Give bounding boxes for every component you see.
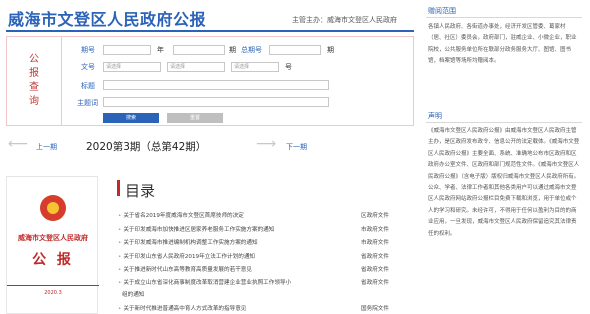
total-issue-suffix: 期 <box>327 46 334 54</box>
prev-issue-link[interactable]: 上一期 <box>36 142 57 152</box>
emblem-center-icon <box>47 202 59 214</box>
period-input[interactable] <box>173 45 225 55</box>
toc-title: 目录 <box>125 182 156 200</box>
bullet-icon: • <box>118 267 122 273</box>
bullet-icon: • <box>118 213 122 219</box>
toc-item[interactable]: • 关于省名2019年度威海市文登区首席技师的决定 区政府文件 <box>118 211 418 219</box>
toc-item[interactable]: • 关于推进新时代山东高等教育高质量发展的若干意见 省政府文件 <box>118 265 418 273</box>
search-side-label: 公 报 查 询 <box>7 53 61 109</box>
bullet-icon: • <box>118 240 122 246</box>
scope-divider <box>426 17 582 18</box>
bullet-icon: • <box>118 254 122 260</box>
search-panel: 公 报 查 询 期号 年 期 总期号 期 文号 请选择 请选择 请选择 号 标题… <box>6 36 414 126</box>
statement-heading: 声明 <box>428 112 442 120</box>
toc-item-continued[interactable]: 组的通知 <box>122 290 422 298</box>
search-side-char-4: 询 <box>29 96 39 107</box>
search-side-char-3: 查 <box>29 82 39 93</box>
total-issue-input[interactable] <box>269 45 321 55</box>
toc-item-text: 关于省名2019年度威海市文登区首席技师的决定 <box>123 213 244 219</box>
statement-text: 《威海市文登区人民政府公报》由威海市文登区人民政府主管主办，是区政府发布政令、信… <box>428 128 580 237</box>
toc-item-source: 国务院文件 <box>361 306 389 312</box>
toc-item[interactable]: • 关于印发山东省人民政府2019年立法工作计划的通知 省政府文件 <box>118 252 418 260</box>
search-side-char-2: 报 <box>29 68 39 79</box>
period-label: 期 <box>229 46 236 54</box>
year-label: 年 <box>157 46 164 54</box>
scope-heading: 赠阅范围 <box>428 7 456 15</box>
toc-item-source: 省政府文件 <box>361 254 389 260</box>
toc-item-source: 市政府文件 <box>361 227 389 233</box>
gazette-cover[interactable]: 威海市文登区人民政府 公 报 2020.3 <box>6 176 99 314</box>
statement-divider <box>426 122 582 123</box>
toc-item-text: 关于印发威海市推进编制机构调整工作实施方案的通知 <box>123 240 258 246</box>
sponsor-text: 主管主办：威海市文登区人民政府 <box>292 16 397 24</box>
title-input[interactable] <box>103 80 329 90</box>
header-divider <box>6 30 414 32</box>
toc-item-source: 区政府文件 <box>361 213 389 219</box>
issue-title: 2020第3期（总第42期） <box>86 141 207 153</box>
doc-select-3[interactable]: 请选择 <box>231 62 279 72</box>
toc-item-text: 关于推进新时代山东高等教育高质量发展的若干意见 <box>123 267 252 273</box>
cover-issue: 2020.3 <box>44 290 62 296</box>
issue-label: 期号 <box>81 46 95 54</box>
doc-number-suffix: 号 <box>285 63 292 71</box>
search-button[interactable]: 搜索 <box>103 113 159 123</box>
search-side-panel: 公 报 查 询 <box>7 37 62 125</box>
toc-item[interactable]: • 关于成立山东省深化商事制度改革取消营建企业营业执照工作领导小 省政府文件 <box>118 278 418 286</box>
toc-item[interactable]: • 关于印发威海市加快推进区居家养老服务工作实施方案的通知 市政府文件 <box>118 225 418 233</box>
right-sidebar: 赠阅范围 各镇人民政府、各街道办事处，经济开发区管委、葛家村（居、社区）委员会，… <box>426 0 590 314</box>
toc-item-text: 关于新时代推进普通高中育人方式改革的指导意见 <box>123 306 247 312</box>
keyword-input[interactable] <box>103 97 329 107</box>
arrow-left-icon[interactable]: ⟵ <box>8 136 28 152</box>
toc-item-source: 省政府文件 <box>361 280 389 286</box>
next-issue-link[interactable]: 下一期 <box>286 142 307 152</box>
toc-item-text: 关于印发山东省人民政府2019年立法工作计划的通知 <box>123 254 256 260</box>
toc-marker <box>117 180 120 196</box>
year-input[interactable] <box>103 45 151 55</box>
toc-item-text: 关于印发威海市加快推进区居家养老服务工作实施方案的通知 <box>123 227 275 233</box>
doc-select-2[interactable]: 请选择 <box>167 62 225 72</box>
reset-button[interactable]: 重置 <box>167 113 223 123</box>
bullet-icon: • <box>118 227 122 233</box>
cover-title: 威海市文登区人民政府 <box>18 233 88 242</box>
keyword-label: 主题词 <box>77 99 98 107</box>
toc-item-source: 省政府文件 <box>361 267 389 273</box>
title-label: 标题 <box>81 82 95 90</box>
toc-item[interactable]: • 关于新时代推进普通高中育人方式改革的指导意见 国务院文件 <box>118 304 418 312</box>
doc-select-1[interactable]: 请选择 <box>103 62 161 72</box>
toc-item[interactable]: • 关于印发威海市推进编制机构调整工作实施方案的通知 市政府文件 <box>118 238 418 246</box>
scope-text: 各镇人民政府、各街道办事处，经济开发区管委、葛家村（居、社区）委员会，政府部门，… <box>428 24 577 65</box>
arrow-right-icon[interactable]: ⟶ <box>256 136 276 152</box>
search-side-char-1: 公 <box>29 54 39 65</box>
bullet-icon: • <box>118 280 122 286</box>
toc-item-source: 市政府文件 <box>361 240 389 246</box>
cover-divider <box>7 285 99 286</box>
national-emblem-icon <box>40 195 66 221</box>
total-issue-label: 总期号 <box>241 46 262 54</box>
issue-nav: ⟵ 上一期 2020第3期（总第42期） ⟶ 下一期 <box>6 136 414 156</box>
cover-big-title: 公 报 <box>32 252 74 268</box>
page-title: 威海市文登区人民政府公报 <box>8 10 207 29</box>
bullet-icon: • <box>118 306 122 312</box>
toc-item-text: 组的通知 <box>122 292 145 298</box>
doc-number-label: 文号 <box>81 63 95 71</box>
toc-item-text: 关于成立山东省深化商事制度改革取消营建企业营业执照工作领导小 <box>123 280 292 286</box>
